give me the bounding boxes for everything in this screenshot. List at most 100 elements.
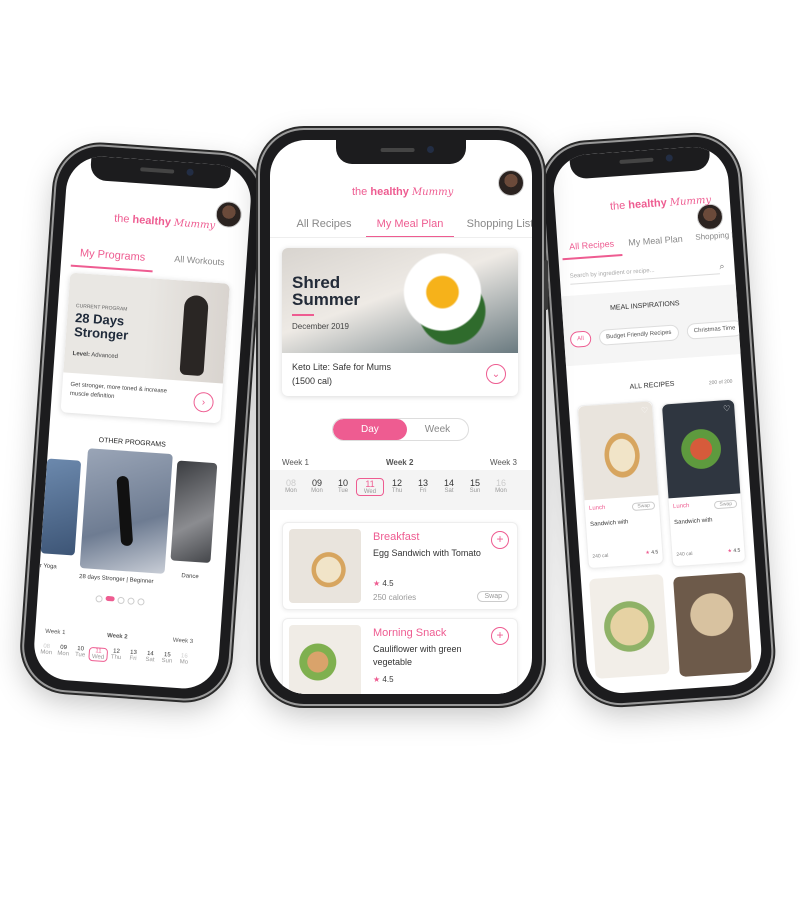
dot[interactable]	[95, 595, 103, 603]
carousel-card-right[interactable]	[170, 460, 218, 564]
dot[interactable]	[117, 596, 125, 605]
week-label-3[interactable]: Week 3	[173, 638, 194, 645]
hero-date: December 2019	[292, 322, 349, 331]
recipe-rating: ★ 4.5	[645, 549, 659, 557]
notch	[568, 145, 711, 180]
day-cell[interactable]: 14 Sat	[141, 651, 159, 666]
day-cell[interactable]: 09 Mon	[54, 644, 72, 659]
swap-button[interactable]: Swap	[632, 501, 656, 511]
recipe-card[interactable]: ♡ Lunch Swap Sandwich with 240 cal ★ 4.5	[660, 398, 747, 568]
day-week-toggle: Day Week	[332, 418, 470, 441]
meal-card-breakfast[interactable]: Breakfast + Egg Sandwich with Tomato ★ 4…	[282, 522, 518, 610]
swap-button[interactable]: Swap	[477, 591, 509, 602]
meal-plan-hero-card[interactable]: Shred Summer December 2019 Keto Lite: Sa…	[282, 248, 518, 396]
plan-calories: (1500 cal)	[292, 376, 333, 386]
heart-icon[interactable]: ♡	[723, 404, 731, 413]
current-program-card[interactable]: CURRENT PROGRAM 28 Days Stronger Level: …	[60, 272, 230, 424]
recipe-card[interactable]: ♡ Lunch Swap Sandwich with 240 cal ★ 4.5	[576, 400, 665, 570]
toggle-day[interactable]: Day	[333, 419, 407, 440]
recipe-image	[577, 401, 659, 501]
carousel-label-center: 28 days Stronger | Beginner	[78, 573, 154, 586]
dot[interactable]	[137, 598, 145, 606]
tab-all-recipes[interactable]: All Recipes	[560, 232, 623, 261]
chevron-right-icon[interactable]: ›	[192, 391, 215, 413]
meal-type: Breakfast	[373, 531, 420, 543]
week-label-1[interactable]: Week 1	[282, 458, 309, 467]
meal-rating: ★ 4.5	[373, 579, 394, 588]
tab-my-meal-plan[interactable]: My Meal Plan	[621, 227, 691, 256]
yoga-figure	[116, 475, 134, 547]
week-label-2[interactable]: Week 2	[107, 633, 128, 640]
day-cell[interactable]: 16 Mo	[175, 653, 193, 668]
dot-active[interactable]	[105, 595, 115, 602]
chip-more[interactable]: P	[750, 318, 764, 336]
day-cell[interactable]: 14 Sat	[436, 478, 462, 496]
week-label-3[interactable]: Week 3	[490, 458, 517, 467]
plan-name: Keto Lite: Safe for Mums	[292, 362, 392, 372]
recipe-count: 200 of 200	[708, 378, 733, 387]
toggle-week[interactable]: Week	[407, 419, 468, 440]
week-label-2[interactable]: Week 2	[386, 458, 413, 467]
day-cell[interactable]: 08 Mon	[37, 643, 55, 658]
chevron-down-icon[interactable]: ⌄	[486, 364, 506, 384]
recipe-name: Sandwich with	[674, 517, 713, 527]
day-cell[interactable]: 13 Fri	[410, 478, 436, 496]
meal-rating: ★ 4.5	[373, 675, 394, 684]
tab-my-meal-plan[interactable]: My Meal Plan	[366, 212, 454, 238]
day-cell[interactable]: 12 Thu	[107, 648, 125, 663]
meal-name: Cauliflower with green vegetable	[373, 644, 462, 667]
recipe-tabs: All Recipes My Meal Plan Shopping List	[560, 223, 751, 261]
search-icon[interactable]: ⌕	[719, 261, 725, 272]
program-description: Get stronger, more toned & increase musc…	[69, 381, 168, 400]
tab-shopping-list[interactable]: Shopping List	[689, 223, 751, 251]
recipe-rating: ★ 4.5	[727, 547, 741, 555]
week-label-1[interactable]: Week 1	[45, 629, 66, 636]
athlete-figure	[179, 294, 209, 377]
day-cell[interactable]: 15 Sun	[158, 652, 176, 667]
search-input[interactable]: Search by ingredient or recipe...	[569, 263, 720, 285]
meal-calories: 250 calories	[373, 593, 417, 602]
tab-my-programs[interactable]: My Programs	[70, 240, 155, 273]
recipe-image	[661, 399, 741, 499]
star-icon: ★	[373, 579, 381, 588]
recipe-cal: 240 cal	[676, 550, 693, 558]
side-button	[544, 260, 548, 310]
day-strip: 08 Mon 09 Mon 10 Tue 11 Wed 12 Thu 13 Fri 14 Sa…	[37, 643, 193, 668]
dot[interactable]	[127, 597, 135, 605]
carousel-card-left[interactable]	[40, 458, 82, 556]
day-cell[interactable]: 15 Sun	[462, 478, 488, 496]
add-meal-button[interactable]: +	[491, 627, 509, 645]
avatar[interactable]	[214, 200, 243, 229]
day-cell-selected[interactable]: 11 Wed	[356, 478, 384, 496]
day-cell-selected[interactable]: 11 Wed	[88, 646, 109, 663]
day-cell[interactable]: 10 Tue	[71, 646, 89, 661]
add-meal-button[interactable]: +	[491, 531, 509, 549]
carousel-label-right: Dance	[181, 573, 199, 581]
day-cell[interactable]: 08 Mon	[278, 478, 304, 496]
tab-shopping-list[interactable]: Shopping List	[454, 212, 532, 238]
chip-all[interactable]: All	[569, 330, 592, 348]
day-cell[interactable]: 10 Tue	[330, 478, 356, 496]
day-strip: 08 Mon 09 Mon 10 Tue 11 Wed 12 Thu 13 Fri 14 Sa…	[278, 478, 514, 496]
recipe-image[interactable]	[588, 574, 670, 679]
tab-all-recipes[interactable]: All Recipes	[282, 212, 366, 238]
phone-left: the healthy Mummy My Programs All Workou…	[21, 143, 264, 702]
day-cell[interactable]: 16 Mon	[488, 478, 514, 496]
day-cell[interactable]: 12 Thu	[384, 478, 410, 496]
app-logo: the healthy Mummy	[113, 212, 216, 232]
carousel-dots	[95, 595, 145, 606]
day-cell[interactable]: 13 Fri	[124, 649, 142, 664]
program-tabs: My Programs All Workouts	[70, 240, 246, 279]
screen-right: the healthy Mummy All Recipes My Meal Pl…	[551, 144, 764, 696]
swap-button[interactable]: Swap	[714, 499, 738, 510]
avatar[interactable]	[498, 170, 524, 196]
heart-icon[interactable]: ♡	[641, 406, 649, 415]
program-title: 28 Days Stronger	[73, 310, 129, 343]
day-cell[interactable]: 09 Mon	[304, 478, 330, 496]
recipe-image[interactable]	[673, 572, 752, 678]
all-recipes-title: ALL RECIPES	[629, 380, 675, 391]
tab-all-workouts[interactable]: All Workouts	[152, 246, 246, 278]
meal-image	[289, 529, 361, 603]
carousel-card-center[interactable]	[79, 448, 173, 574]
meal-card-morning-snack[interactable]: Morning Snack + Cauliflower with green v…	[282, 618, 518, 694]
